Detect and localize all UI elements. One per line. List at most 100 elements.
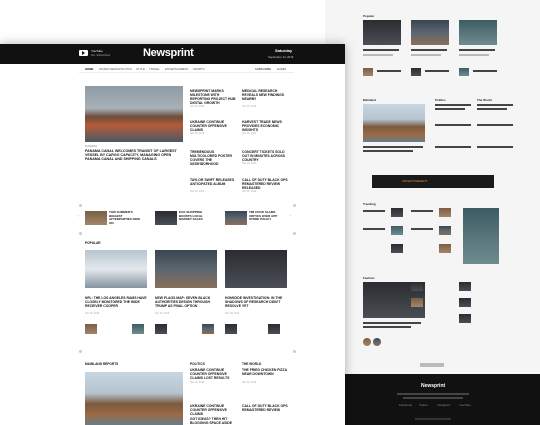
site-header: YouTube 1K+ Subscribers Newsprint Saturd… <box>0 44 345 64</box>
back-line <box>363 326 411 328</box>
hero-image[interactable] <box>85 86 183 142</box>
popular-image[interactable] <box>225 250 287 288</box>
back-line <box>411 228 433 230</box>
back-section-trending: Trending <box>363 202 376 206</box>
popular-title[interactable]: New Flags Map: Seven Black Authorities D… <box>155 296 217 308</box>
section-story-title[interactable]: Call of Duty Black Ops Remastered Review <box>242 404 288 412</box>
back-section-fashion: Fashion <box>363 276 375 280</box>
site-logo[interactable]: Newsprint <box>143 47 194 59</box>
back-line <box>363 49 399 51</box>
main-nav: Home World News Politics Style Travel En… <box>79 67 294 73</box>
story-title[interactable]: Call of Duty Black Ops Remastered Review… <box>242 178 288 190</box>
story-date: Nov 18, 2019 <box>242 162 257 165</box>
back-line <box>435 104 471 106</box>
popular-small-thumb[interactable] <box>132 324 144 334</box>
story-date: Nov 18, 2019 <box>190 162 205 165</box>
strip-title[interactable]: This Summer's Biggest Afterparties Now o… <box>109 210 145 225</box>
story-title[interactable]: Harvest Trade News Provides Economic Ins… <box>242 120 288 132</box>
back-line <box>477 104 513 106</box>
nav-subscribe[interactable]: Subscribe <box>255 67 271 71</box>
section-divider-dot <box>293 204 296 207</box>
back-section-popular: Popular <box>363 14 375 18</box>
footer-social-twitter[interactable]: Twitter <box>419 403 428 407</box>
back-line <box>435 124 471 126</box>
back-thumb <box>439 208 451 217</box>
popular-title[interactable]: NFL: The Los Angeles Rams Have Closely M… <box>85 296 147 308</box>
nav-login[interactable]: Login <box>277 67 286 71</box>
nav-item-entertainment[interactable]: Entertainment <box>165 67 189 71</box>
back-line <box>459 54 489 56</box>
back-line <box>477 108 507 110</box>
story-title[interactable]: Medical Research Reveals New Findings Ne… <box>242 89 288 101</box>
story-title[interactable]: Ukraine Continue Counter Offensive Claim… <box>190 120 236 132</box>
footer-social-facebook[interactable]: Facebook <box>399 403 412 407</box>
popular-date: Nov 18, 2019 <box>85 312 100 315</box>
back-page-preview: Popular Mainland Politics The World ADVE… <box>325 0 540 425</box>
popular-image[interactable] <box>85 250 147 288</box>
back-line <box>435 146 471 148</box>
nav-item-sports[interactable]: Sports <box>193 67 204 71</box>
popular-small-thumb[interactable] <box>202 324 214 334</box>
youtube-icon[interactable] <box>79 50 88 56</box>
story-date: Nov 18, 2019 <box>190 132 205 135</box>
back-line <box>411 54 441 56</box>
back-section-mainland: Mainland <box>363 98 377 102</box>
youtube-title: YouTube <box>91 49 103 53</box>
popular-heading: Popular <box>85 241 101 245</box>
back-thumb <box>411 298 423 307</box>
story-date: Nov 18, 2019 <box>242 190 257 193</box>
back-line <box>377 70 401 72</box>
hero-category[interactable]: Business <box>85 145 97 148</box>
nav-item-politics[interactable]: Politics <box>119 67 132 71</box>
popular-image[interactable] <box>155 250 217 288</box>
section-story-title[interactable]: Ukraine Continue Counter Offensive Claim… <box>190 368 236 380</box>
strip-thumb[interactable] <box>225 211 247 225</box>
back-thumb <box>363 68 373 76</box>
back-line <box>425 70 449 72</box>
page-stage: Popular Mainland Politics The World ADVE… <box>0 0 540 425</box>
nav-item-style[interactable]: Style <box>136 67 145 71</box>
section-divider-dot <box>79 204 82 207</box>
popular-title[interactable]: Homicide Investigation: In the Shadows o… <box>225 296 287 308</box>
header-day: Saturday <box>275 48 293 53</box>
back-line <box>363 146 423 148</box>
header-date: September 14, 2019 <box>268 55 294 59</box>
strip-thumb[interactable] <box>155 211 177 225</box>
section-story-title[interactable]: Ukraine Continue Counter Offensive Claim… <box>190 404 236 416</box>
back-line <box>411 210 433 212</box>
story-title[interactable]: Taylor Swift Releases Anticipated Album <box>190 178 236 186</box>
nav-item-travel[interactable]: Travel <box>149 67 160 71</box>
popular-small-thumb[interactable] <box>225 324 237 334</box>
popular-small-thumb[interactable] <box>85 324 97 334</box>
section-story-title[interactable]: Got Ideas? Then Hit Blogging Space Aside <box>190 417 236 425</box>
footer-text-line <box>397 393 469 395</box>
section-divider-dot <box>79 350 82 353</box>
chevron-left-icon[interactable]: ‹ <box>78 213 79 218</box>
strip-title[interactable]: Eco Shopping Boosts Local Market Sales <box>179 210 215 222</box>
story-title[interactable]: Concert Tickets Sold Out in Minutes Acro… <box>242 150 288 162</box>
section-story-title[interactable]: The Fried Chicken Pizza Near Downtown <box>242 368 288 376</box>
popular-date: Nov 18, 2019 <box>225 312 240 315</box>
strip-thumb[interactable] <box>85 211 107 225</box>
section-divider-dot <box>79 232 82 235</box>
footer-copyright <box>415 418 451 420</box>
back-thumb <box>439 226 451 235</box>
hero-title[interactable]: Panama Canal Welcomes Transit of Largest… <box>85 149 183 161</box>
popular-small-thumb[interactable] <box>155 324 167 334</box>
back-line <box>363 150 413 152</box>
mainland-feature-image[interactable] <box>85 372 183 425</box>
back-section-politics: Politics <box>435 98 446 102</box>
footer-social-instagram[interactable]: Instagram <box>437 403 450 407</box>
footer-logo: Newsprint <box>421 383 446 389</box>
strip-title[interactable]: Tim Cook Slams Critics Over App Store Po… <box>249 210 285 222</box>
footer-social-youtube[interactable]: YouTube <box>459 403 471 407</box>
back-load-more-button[interactable] <box>420 363 444 367</box>
nav-item-world[interactable]: World News <box>99 67 119 71</box>
chevron-right-icon[interactable]: › <box>290 213 291 218</box>
back-line <box>473 70 497 72</box>
back-advertisement-banner[interactable]: ADVERTISEMENT <box>372 175 494 188</box>
popular-small-thumb[interactable] <box>268 324 280 334</box>
nav-item-home[interactable]: Home <box>85 67 93 71</box>
back-thumb <box>391 226 403 235</box>
story-title[interactable]: Newsprint Marks Milestone with Reporting… <box>190 89 236 105</box>
